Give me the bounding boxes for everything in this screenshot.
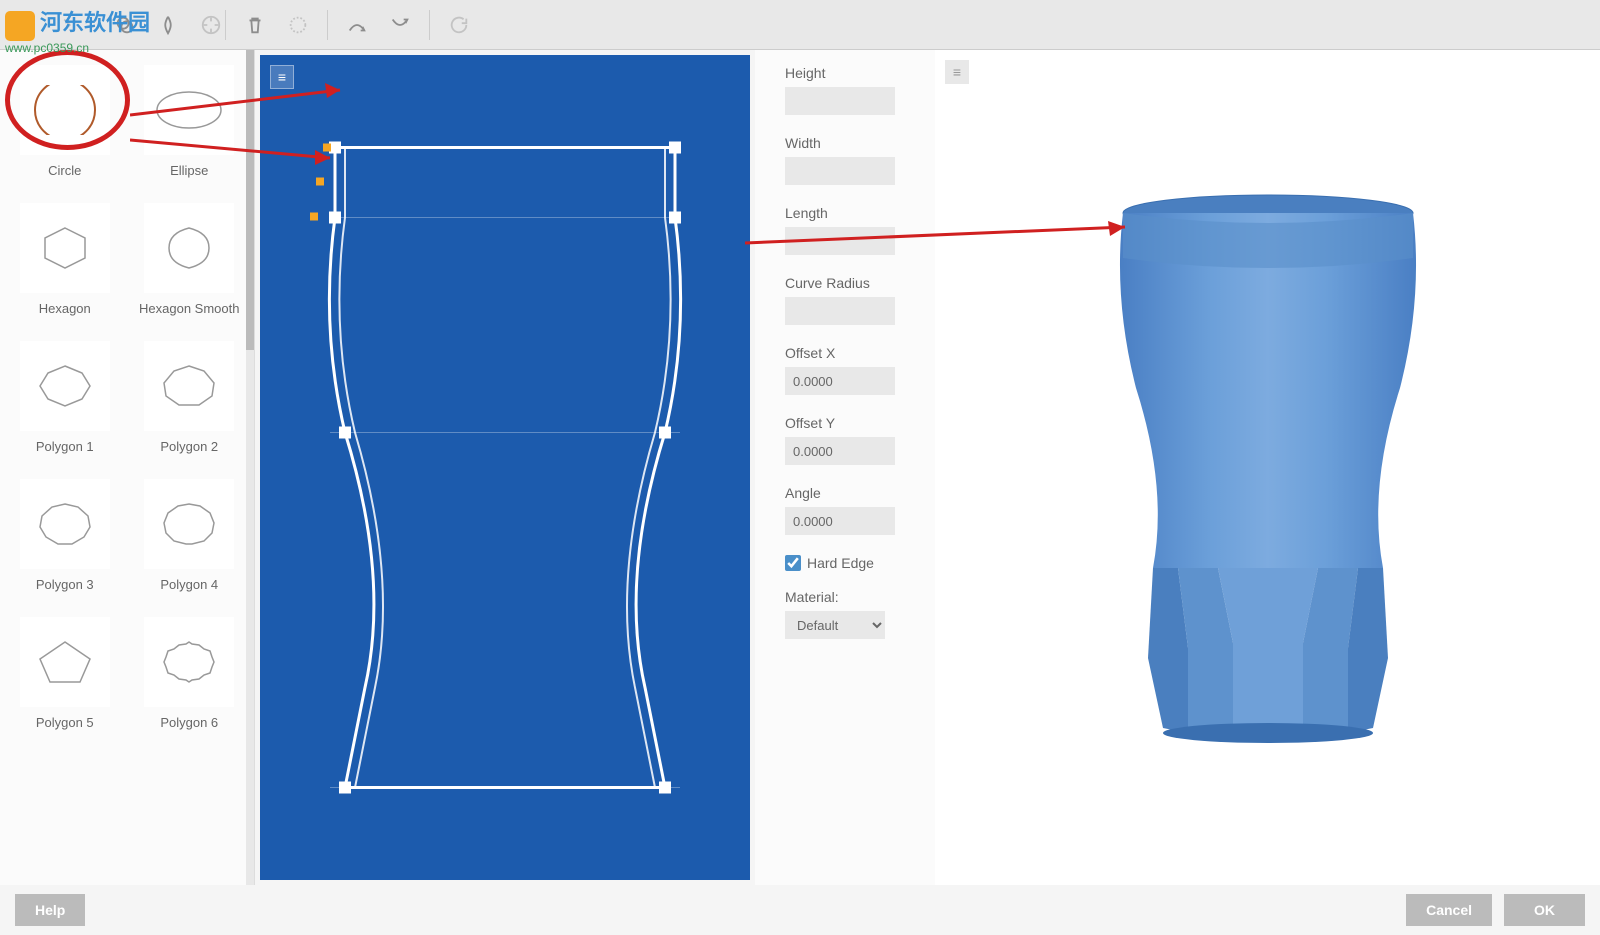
shape-item-polygon1[interactable]: Polygon 1 xyxy=(5,336,125,459)
scale-icon[interactable] xyxy=(197,11,225,39)
curve-radius-label: Curve Radius xyxy=(785,275,915,291)
length-input[interactable] xyxy=(785,227,895,255)
shape-label: Polygon 1 xyxy=(36,439,94,454)
offset-y-label: Offset Y xyxy=(785,415,915,431)
control-handle[interactable] xyxy=(329,212,341,224)
shape-label: Ellipse xyxy=(170,163,208,178)
preview-menu-icon[interactable]: ≡ xyxy=(945,60,969,84)
control-handle[interactable] xyxy=(669,212,681,224)
scrollbar[interactable] xyxy=(246,50,254,885)
shape-label: Hexagon Smooth xyxy=(139,301,239,316)
shape-label: Circle xyxy=(48,163,81,178)
angle-label: Angle xyxy=(785,485,915,501)
preview-3d xyxy=(1078,188,1458,748)
canvas-panel: ≡ xyxy=(255,50,755,885)
shape-item-polygon3[interactable]: Polygon 3 xyxy=(5,474,125,597)
hard-edge-checkbox[interactable] xyxy=(785,555,801,571)
refresh-icon[interactable] xyxy=(445,11,473,39)
material-label: Material: xyxy=(785,589,915,605)
offset-x-input[interactable] xyxy=(785,367,895,395)
control-handle[interactable] xyxy=(339,782,351,794)
forward-icon[interactable] xyxy=(53,11,81,39)
hard-edge-label: Hard Edge xyxy=(807,555,874,571)
toolbar xyxy=(0,0,1600,50)
control-handle[interactable] xyxy=(339,427,351,439)
width-label: Width xyxy=(785,135,915,151)
back-icon[interactable] xyxy=(10,11,38,39)
shape-item-polygon2[interactable]: Polygon 2 xyxy=(130,336,250,459)
preview-panel[interactable]: ≡ xyxy=(935,50,1600,885)
shape-label: Polygon 5 xyxy=(36,715,94,730)
height-label: Height xyxy=(785,65,915,81)
cancel-button[interactable]: Cancel xyxy=(1406,894,1492,926)
shape-item-hexagon-smooth[interactable]: Hexagon Smooth xyxy=(130,198,250,321)
tool-icon-1[interactable] xyxy=(111,11,139,39)
material-select[interactable]: Default xyxy=(785,611,885,639)
offset-y-input[interactable] xyxy=(785,437,895,465)
shape-label: Polygon 2 xyxy=(160,439,218,454)
curve-up-icon[interactable] xyxy=(343,11,371,39)
shape-item-hexagon[interactable]: Hexagon xyxy=(5,198,125,321)
level-marker[interactable] xyxy=(323,144,331,152)
shape-item-polygon6[interactable]: Polygon 6 xyxy=(130,612,250,735)
shape-label: Hexagon xyxy=(39,301,91,316)
level-marker[interactable] xyxy=(310,213,318,221)
angle-input[interactable] xyxy=(785,507,895,535)
width-input[interactable] xyxy=(785,157,895,185)
help-button[interactable]: Help xyxy=(15,894,85,926)
offset-x-label: Offset X xyxy=(785,345,915,361)
curve-radius-input[interactable] xyxy=(785,297,895,325)
control-handle[interactable] xyxy=(659,782,671,794)
properties-panel: Height Width Length Curve Radius Offset … xyxy=(755,50,935,885)
tool-icon-2[interactable] xyxy=(154,11,182,39)
shape-item-polygon5[interactable]: Polygon 5 xyxy=(5,612,125,735)
shape-label: Polygon 4 xyxy=(160,577,218,592)
shape-label: Polygon 3 xyxy=(36,577,94,592)
control-handle[interactable] xyxy=(659,427,671,439)
shape-item-circle[interactable]: Circle xyxy=(5,60,125,183)
circle-tool-icon[interactable] xyxy=(284,11,312,39)
shape-panel: Circle Ellipse Hexagon Hexagon Smooth Po… xyxy=(0,50,255,885)
canvas-area[interactable]: ≡ xyxy=(260,55,750,880)
level-marker[interactable] xyxy=(316,178,324,186)
height-input[interactable] xyxy=(785,87,895,115)
shape-label: Polygon 6 xyxy=(160,715,218,730)
curve-down-icon[interactable] xyxy=(386,11,414,39)
shape-item-ellipse[interactable]: Ellipse xyxy=(130,60,250,183)
shape-item-polygon4[interactable]: Polygon 4 xyxy=(130,474,250,597)
trash-icon[interactable] xyxy=(241,11,269,39)
footer: Help Cancel OK xyxy=(0,885,1600,935)
ok-button[interactable]: OK xyxy=(1504,894,1585,926)
length-label: Length xyxy=(785,205,915,221)
control-handle[interactable] xyxy=(669,142,681,154)
